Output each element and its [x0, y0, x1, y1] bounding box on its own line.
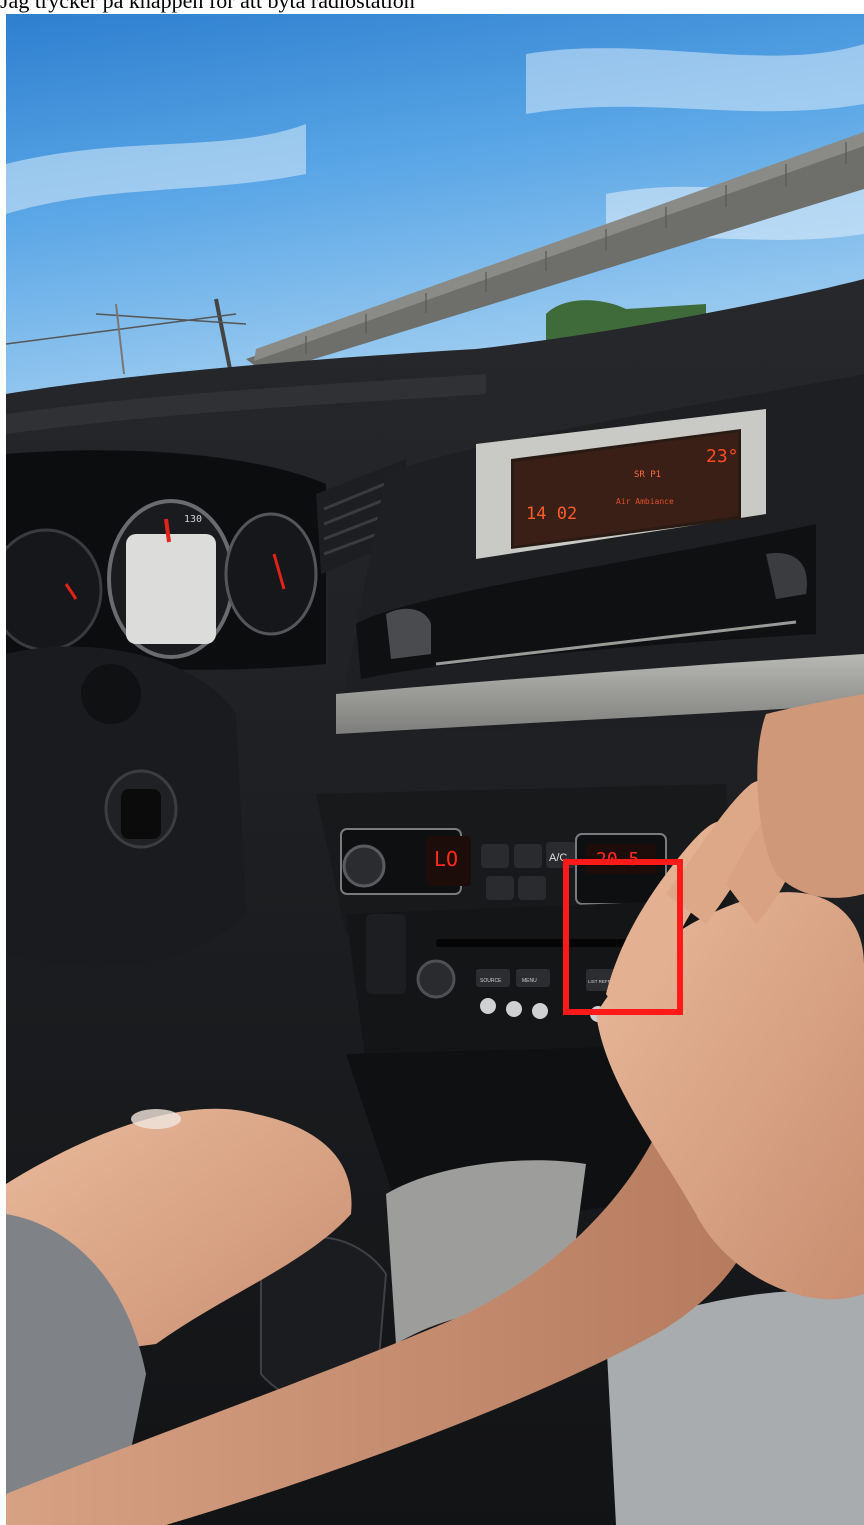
fan-dial[interactable]	[342, 844, 386, 888]
preset-button-2[interactable]	[506, 1001, 522, 1017]
preset-button-1[interactable]	[480, 998, 496, 1014]
display-status: Air Ambiance	[616, 497, 674, 506]
display-time: 14 02	[526, 504, 577, 524]
speedometer-max-label: 130	[184, 514, 202, 525]
preset-button-3[interactable]	[532, 1003, 548, 1019]
stalk-knob[interactable]	[81, 664, 141, 724]
radio-source-label[interactable]: SOURCE	[480, 978, 502, 984]
fan-mode-button[interactable]	[514, 844, 542, 868]
car-dashboard-photo: 130 14 02 23° SR P1 Air Ambiance LO A/C …	[6, 14, 864, 1525]
volume-knob[interactable]	[416, 959, 456, 999]
front-defrost-button[interactable]	[518, 876, 546, 900]
climate-left-temp: LO	[434, 847, 458, 871]
caption-text: Jag trycker på knappen för att byta radi…	[0, 0, 415, 13]
display-station: SR P1	[634, 470, 661, 480]
radio-menu-label[interactable]: MENU	[522, 978, 537, 984]
recirc-button[interactable]	[481, 844, 509, 868]
rear-defrost-button[interactable]	[486, 876, 514, 900]
display-temperature: 23°	[706, 446, 739, 467]
